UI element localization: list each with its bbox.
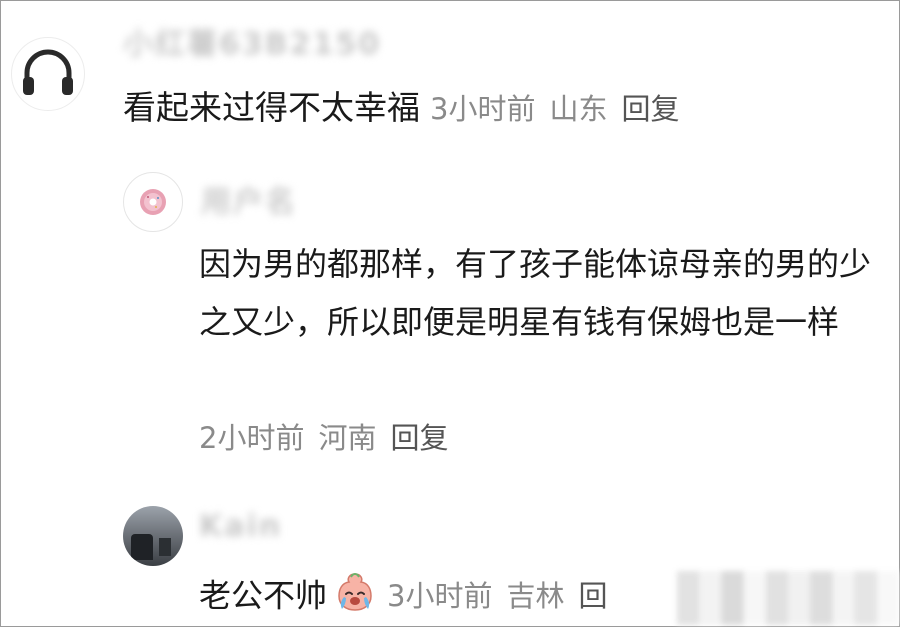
- comment-item: 老公不帅 3小时前 吉林回: [199, 571, 622, 624]
- reply-button[interactable]: 回复: [621, 92, 679, 126]
- comment-text: 老公不帅: [199, 576, 328, 615]
- user-avatar[interactable]: [123, 506, 183, 566]
- reply-button[interactable]: 回: [578, 579, 607, 613]
- username-blurred[interactable]: Kain: [199, 509, 282, 544]
- crying-laughing-emoji-icon: [333, 571, 377, 624]
- avatar-silhouette: [159, 538, 171, 556]
- comment-thread: 小红薯63B2150 看起来过得不太幸福 3小时前 山东 回复 用户名 因为男的都那样…: [0, 0, 900, 627]
- user-avatar[interactable]: [11, 37, 85, 111]
- reply-button[interactable]: 回复: [390, 421, 448, 455]
- comment-meta: 2小时前 河南 回复: [199, 415, 462, 457]
- avatar-silhouette: [131, 534, 153, 560]
- username-blurred[interactable]: 用户名: [201, 177, 297, 221]
- user-avatar[interactable]: [123, 172, 183, 232]
- comment-text: 看起来过得不太幸福: [123, 88, 420, 127]
- headphones-icon: [23, 49, 73, 95]
- username-blurred[interactable]: 小红薯63B2150: [123, 19, 381, 63]
- comment-time: 3小时前: [430, 92, 536, 126]
- comment-time: 2小时前: [199, 421, 305, 455]
- comment-location: 山东: [549, 92, 608, 126]
- comment-location: 河南: [318, 421, 377, 455]
- comment-time: 3小时前: [387, 579, 493, 614]
- comment-meta: 3小时前 山东 回复: [430, 92, 693, 126]
- watermark-mosaic: [677, 571, 899, 625]
- donut-icon: [140, 189, 166, 215]
- comment-item: 看起来过得不太幸福 3小时前 山东 回复: [123, 87, 693, 130]
- comment-meta: 3小时前 吉林回: [387, 579, 621, 613]
- comment-text: 因为男的都那样，有了孩子能体谅母亲的男的少之又少，所以即便是明星有钱有保姆也是一…: [199, 245, 872, 341]
- comment-location: 吉林: [506, 579, 565, 614]
